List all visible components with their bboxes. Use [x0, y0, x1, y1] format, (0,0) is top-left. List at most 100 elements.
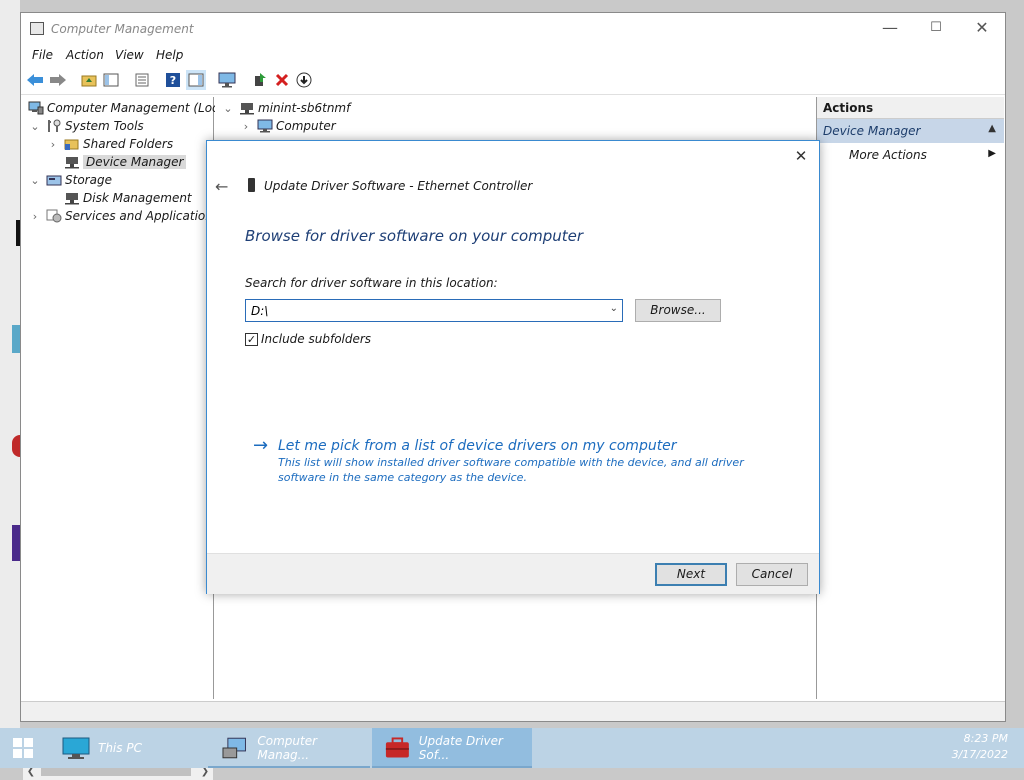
include-subfolders-checkbox[interactable]: ✓ [245, 332, 258, 346]
storage-icon [46, 173, 62, 187]
submenu-arrow-icon: ▶ [988, 148, 996, 159]
tree-label: Shared Folders [83, 137, 174, 151]
driver-location-combobox[interactable]: ⌄ [245, 299, 623, 322]
taskbar-item-label: This PC [98, 741, 142, 755]
desktop-edge [0, 0, 20, 728]
tree-label: System Tools [65, 119, 144, 133]
toolbar: ? [21, 67, 1005, 95]
ethernet-device-icon [248, 178, 255, 192]
monitor-icon[interactable] [217, 70, 237, 90]
chevron-down-icon[interactable]: ⌄ [610, 303, 618, 314]
chevron-right-icon[interactable]: › [46, 138, 60, 151]
next-button[interactable]: Next [655, 563, 727, 586]
computer-management-icon [30, 22, 44, 35]
console-tree: Computer Management (Local) ⌄ System Too… [22, 97, 234, 780]
taskbar-item-update-driver[interactable]: Update Driver Sof... [372, 728, 532, 768]
more-actions-item[interactable]: More Actions ▶ [817, 143, 1004, 167]
tree-label: Services and Applications [65, 209, 220, 223]
back-arrow-icon[interactable]: ← [215, 177, 228, 196]
computer-management-icon [222, 737, 246, 759]
properties-icon[interactable] [132, 70, 152, 90]
minimize-button[interactable]: — [867, 13, 913, 43]
svg-text:?: ? [170, 74, 176, 87]
cancel-button[interactable]: Cancel [736, 563, 808, 586]
this-pc-icon [62, 737, 90, 759]
pick-from-list-link[interactable]: → Let me pick from a list of device driv… [253, 435, 677, 456]
tree-item-computer-management[interactable]: Computer Management (Local) [28, 99, 234, 117]
disk-management-icon [64, 191, 80, 205]
chevron-down-icon[interactable]: ⌄ [221, 102, 235, 115]
more-actions-label: More Actions [849, 148, 927, 162]
taskbar-item-computer-management[interactable]: Computer Manag... [208, 728, 370, 768]
title-bar: Computer Management — ☐ ✕ [21, 13, 1005, 45]
search-location-label: Search for driver software in this locat… [245, 276, 498, 290]
desktop-icon-fragment [12, 435, 20, 457]
tree-label: Computer Management (Local) [47, 101, 235, 115]
clock-date: 3/17/2022 [951, 748, 1008, 761]
start-button[interactable] [0, 728, 46, 768]
tree-label: Storage [65, 173, 112, 187]
browse-button[interactable]: Browse... [635, 299, 721, 322]
chevron-right-icon[interactable]: › [28, 210, 42, 223]
up-folder-icon[interactable] [79, 70, 99, 90]
status-bar [21, 701, 1005, 721]
computer-management-icon [28, 101, 44, 115]
forward-arrow-icon[interactable] [48, 70, 68, 90]
update-driver-dialog: ✕ ← Update Driver Software - Ethernet Co… [206, 140, 820, 594]
arrow-right-icon: → [253, 435, 269, 456]
device-tree-root-label: minint-sb6tnmf [258, 101, 351, 115]
tree-item-device-manager[interactable]: Device Manager [46, 153, 187, 171]
menu-help[interactable]: Help [156, 48, 183, 62]
tree-label: Device Manager [83, 155, 187, 169]
taskbar-item-label: Computer Manag... [257, 734, 318, 762]
chevron-down-icon[interactable]: ⌄ [28, 174, 42, 187]
tree-item-disk-management[interactable]: Disk Management [46, 189, 192, 207]
menu-bar: File Action View Help [21, 45, 1005, 67]
tools-icon [46, 119, 62, 133]
device-tree-label: Computer [276, 119, 336, 133]
driver-location-input[interactable] [246, 300, 586, 321]
tree-item-storage[interactable]: ⌄ Storage [28, 171, 112, 189]
clock-time: 8:23 PM [963, 732, 1008, 745]
actions-header: Actions [817, 97, 1004, 119]
collapse-up-icon[interactable]: ▲ [988, 123, 996, 134]
uninstall-icon[interactable] [272, 70, 292, 90]
menu-action[interactable]: Action [66, 48, 104, 62]
chevron-right-icon[interactable]: › [239, 120, 253, 133]
computer-icon [239, 101, 255, 115]
pick-from-list-label: Let me pick from a list of device driver… [278, 437, 677, 454]
show-hide-action-pane-icon[interactable] [186, 70, 206, 90]
back-arrow-icon[interactable] [25, 70, 45, 90]
close-button[interactable]: ✕ [959, 13, 1005, 43]
update-driver-icon[interactable] [250, 70, 270, 90]
actions-pane: Actions Device Manager ▲ More Actions ▶ [816, 97, 1004, 699]
device-tree-root[interactable]: ⌄ minint-sb6tnmf [221, 99, 350, 117]
device-tree-item-computer[interactable]: › Computer [239, 117, 336, 135]
tree-item-services-and-applications[interactable]: › Services and Applications [28, 207, 219, 225]
help-icon[interactable]: ? [163, 70, 183, 90]
tree-item-system-tools[interactable]: ⌄ System Tools [28, 117, 144, 135]
monitor-icon [257, 119, 273, 133]
windows-logo-icon [13, 738, 33, 758]
show-hide-tree-icon[interactable] [101, 70, 121, 90]
dialog-close-button[interactable]: ✕ [791, 146, 811, 166]
pick-from-list-description: This list will show installed driver sof… [278, 456, 744, 484]
actions-section-device-manager[interactable]: Device Manager ▲ [817, 119, 1004, 143]
taskbar-item-this-pc[interactable]: This PC [48, 728, 208, 768]
maximize-button[interactable]: ☐ [913, 13, 959, 43]
menu-file[interactable]: File [32, 48, 53, 62]
services-icon [46, 209, 62, 223]
system-clock[interactable]: 8:23 PM 3/17/2022 [952, 731, 1008, 763]
shared-folder-icon [64, 137, 80, 151]
actions-section-label: Device Manager [823, 124, 921, 138]
window-title: Computer Management [51, 22, 194, 36]
tree-label: Disk Management [83, 191, 192, 205]
scrollbar-thumb[interactable] [41, 767, 191, 776]
chevron-down-icon[interactable]: ⌄ [28, 120, 42, 133]
update-driver-icon [385, 737, 409, 758]
include-subfolders-label: Include subfolders [261, 332, 372, 346]
include-subfolders-row[interactable]: ✓ Include subfolders [245, 332, 371, 346]
menu-view[interactable]: View [115, 48, 144, 62]
tree-item-shared-folders[interactable]: › Shared Folders [46, 135, 173, 153]
enable-device-icon[interactable] [294, 70, 314, 90]
